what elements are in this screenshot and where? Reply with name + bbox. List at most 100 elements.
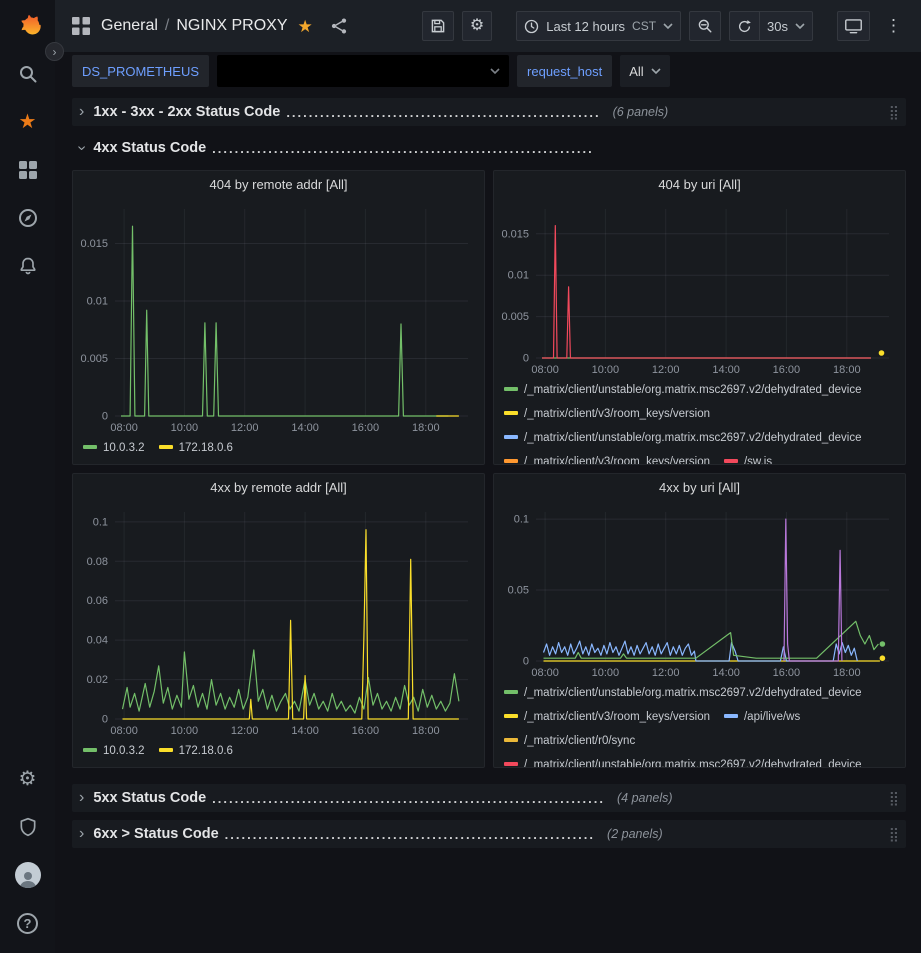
search-icon (18, 64, 38, 84)
svg-text:0.05: 0.05 (508, 585, 529, 597)
row-6xx-status-code[interactable]: › 6xx > Status Code ....................… (72, 820, 906, 848)
row-drag-handle[interactable]: ⣿ (889, 104, 899, 121)
sidebar-item-dashboards[interactable] (5, 148, 51, 192)
legend-item[interactable]: /_matrix/client/r0/sync (504, 729, 635, 753)
refresh-interval-select[interactable]: 30s (759, 11, 813, 41)
search-button[interactable] (5, 52, 51, 96)
compass-icon (18, 208, 38, 228)
cycle-view-button[interactable] (837, 11, 870, 41)
user-profile-button[interactable] (5, 853, 51, 897)
legend-swatch (504, 435, 518, 439)
row-panel-count: (2 panels) (607, 827, 663, 841)
svg-text:16:00: 16:00 (773, 667, 801, 679)
legend-swatch (159, 445, 173, 449)
svg-text:0.01: 0.01 (87, 296, 108, 308)
gear-icon: ⚙ (470, 18, 484, 34)
row-drag-handle[interactable]: ⣿ (889, 790, 899, 807)
panel-chart-404-by-uri[interactable]: 08:0010:0012:0014:0016:0018:0000.0050.01… (494, 199, 905, 378)
svg-text:0: 0 (523, 656, 529, 668)
svg-text:12:00: 12:00 (652, 667, 680, 679)
help-button[interactable]: ? (5, 901, 51, 945)
sidebar-item-configuration[interactable]: ⚙ (5, 757, 51, 801)
panel-title[interactable]: 404 by uri [All] (494, 171, 905, 199)
legend-item[interactable]: /_matrix/client/unstable/org.matrix.msc2… (504, 681, 862, 705)
main-area: General / NGINX PROXY ★ (55, 0, 921, 953)
svg-text:14:00: 14:00 (291, 422, 319, 434)
legend-swatch (504, 459, 518, 463)
sidebar-item-alerting[interactable] (5, 244, 51, 288)
zoom-out-icon (697, 18, 713, 34)
panel-chart-404-by-remote-addr[interactable]: 08:0010:0012:0014:0016:0018:0000.0050.01… (73, 199, 484, 436)
svg-text:14:00: 14:00 (291, 725, 319, 737)
row-1xx-3xx-2xx-status-code[interactable]: › 1xx - 3xx - 2xx Status Code ..........… (72, 98, 906, 126)
legend-swatch (83, 748, 97, 752)
refresh-button[interactable] (729, 11, 759, 41)
save-icon (430, 18, 446, 34)
row-5xx-status-code[interactable]: › 5xx Status Code ......................… (72, 784, 906, 812)
grafana-logo[interactable] (14, 10, 42, 38)
svg-text:0.005: 0.005 (501, 311, 529, 323)
row-title: 4xx Status Code (93, 140, 206, 156)
legend-item[interactable]: /api/live/ws (724, 705, 800, 729)
dashboards-grid-icon (18, 160, 38, 180)
chevron-right-icon: › (79, 790, 84, 806)
panel-legend: /_matrix/client/unstable/org.matrix.msc2… (494, 681, 905, 767)
legend-item[interactable]: /_matrix/client/unstable/org.matrix.msc2… (504, 378, 862, 402)
request-host-value-select[interactable]: All (620, 55, 669, 87)
panel-title[interactable]: 4xx by uri [All] (494, 474, 905, 502)
datasource-value-select[interactable] (217, 55, 509, 87)
svg-text:10:00: 10:00 (171, 422, 199, 434)
legend-item[interactable]: /_matrix/client/unstable/org.matrix.msc2… (504, 753, 862, 767)
chevron-right-icon: › (79, 104, 84, 120)
legend-item[interactable]: 172.18.0.6 (159, 739, 233, 763)
sidebar-item-server-admin[interactable] (5, 805, 51, 849)
legend-item[interactable]: /sw.js (724, 450, 772, 464)
panel-chart-4xx-by-remote-addr[interactable]: 08:0010:0012:0014:0016:0018:0000.020.040… (73, 502, 484, 739)
row-4xx-status-code[interactable]: › 4xx Status Code ......................… (72, 134, 906, 162)
row-dot-leader: ........................................… (286, 105, 600, 120)
legend-item[interactable]: /_matrix/client/unstable/org.matrix.msc2… (504, 426, 862, 450)
svg-text:16:00: 16:00 (352, 725, 380, 737)
svg-text:08:00: 08:00 (531, 364, 559, 376)
row-drag-handle[interactable]: ⣿ (889, 826, 899, 843)
svg-text:0.06: 0.06 (87, 595, 108, 607)
svg-text:0.04: 0.04 (87, 635, 108, 647)
legend-swatch (504, 762, 518, 766)
refresh-interval-label: 30s (767, 19, 788, 34)
breadcrumb-dashboard-title[interactable]: NGINX PROXY (176, 17, 287, 35)
sidebar-item-starred[interactable]: ★ (5, 100, 51, 144)
save-dashboard-button[interactable] (422, 11, 454, 41)
legend-swatch (724, 459, 738, 463)
zoom-out-button[interactable] (689, 11, 721, 41)
timezone-label: CST (632, 19, 656, 33)
share-button[interactable] (323, 11, 355, 41)
row-title: 6xx > Status Code (93, 826, 218, 842)
favorite-star-icon[interactable]: ★ (298, 18, 313, 35)
sidebar-expand-button[interactable]: › (45, 42, 64, 61)
chart-svg: 08:0010:0012:0014:0016:0018:0000.050.1 (494, 502, 905, 681)
legend-swatch (504, 411, 518, 415)
chart-svg: 08:0010:0012:0014:0016:0018:0000.0050.01… (73, 199, 484, 436)
legend-item[interactable]: /_matrix/client/v3/room_keys/version (504, 705, 710, 729)
breadcrumb-folder[interactable]: General (101, 17, 158, 35)
panel-4xx-by-uri: 4xx by uri [All] 08:0010:0012:0014:0016:… (493, 473, 906, 768)
dashboard-settings-button[interactable]: ⚙ (462, 11, 492, 41)
legend-item[interactable]: 172.18.0.6 (159, 436, 233, 460)
chevron-down-icon (651, 68, 661, 75)
panel-title[interactable]: 4xx by remote addr [All] (73, 474, 484, 502)
svg-text:0: 0 (102, 411, 108, 423)
legend-swatch (504, 387, 518, 391)
legend-item[interactable]: 10.0.3.2 (83, 739, 145, 763)
time-range-picker[interactable]: Last 12 hours CST (516, 11, 681, 41)
more-options-button[interactable]: ⋮ (878, 11, 909, 41)
panel-legend: 10.0.3.2 172.18.0.6 (73, 436, 484, 464)
legend-item[interactable]: 10.0.3.2 (83, 436, 145, 460)
refresh-button-group: 30s (729, 11, 813, 41)
panel-chart-4xx-by-uri[interactable]: 08:0010:0012:0014:0016:0018:0000.050.1 (494, 502, 905, 681)
panel-grid: 404 by remote addr [All] 08:0010:0012:00… (72, 170, 906, 768)
panel-title[interactable]: 404 by remote addr [All] (73, 171, 484, 199)
svg-text:18:00: 18:00 (833, 667, 861, 679)
legend-item[interactable]: /_matrix/client/v3/room_keys/version (504, 450, 710, 464)
legend-item[interactable]: /_matrix/client/v3/room_keys/version (504, 402, 710, 426)
sidebar-item-explore[interactable] (5, 196, 51, 240)
